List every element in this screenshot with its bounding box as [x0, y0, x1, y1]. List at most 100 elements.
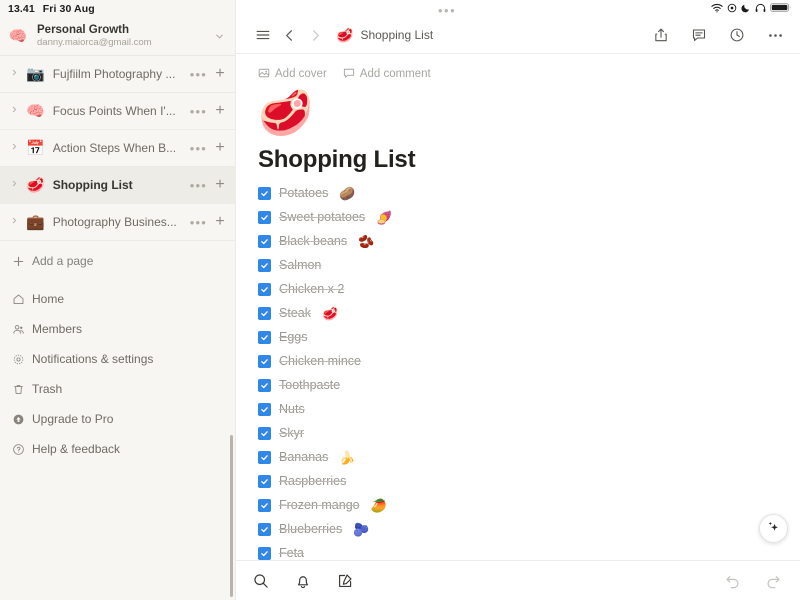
add-subpage-icon[interactable]: +: [213, 103, 227, 119]
sidebar-item-focus-points[interactable]: 🧠 Focus Points When I'... ••• +: [0, 93, 235, 130]
toolbar-actions: [648, 22, 788, 48]
todo-item[interactable]: Steak 🥩: [258, 301, 800, 325]
search-icon[interactable]: [252, 572, 270, 590]
sidebar-item-photography-business[interactable]: 💼 Photography Busines... ••• +: [0, 204, 235, 241]
todo-item[interactable]: Salmon: [258, 253, 800, 277]
bell-icon[interactable]: [294, 572, 312, 590]
breadcrumb[interactable]: 🥩 Shopping List: [336, 28, 648, 42]
plus-icon: [12, 255, 32, 268]
chevron-right-icon[interactable]: [6, 179, 22, 191]
trash-icon: [12, 383, 32, 396]
todo-item[interactable]: Chicken mince: [258, 349, 800, 373]
chevron-right-icon[interactable]: [6, 68, 22, 80]
more-horizontal-icon[interactable]: [762, 22, 788, 48]
checkbox-checked[interactable]: [258, 210, 271, 224]
sidebar-item-label: Focus Points When I'...: [52, 104, 176, 118]
breadcrumb-label: Shopping List: [360, 28, 434, 43]
todo-item[interactable]: Feta: [258, 541, 800, 560]
sidebar-item-action-steps[interactable]: 📅 Action Steps When B... ••• +: [0, 130, 235, 167]
status-time: 13.41: [8, 3, 35, 15]
sidebar-item-label: Fujfiilm Photography ...: [52, 67, 176, 81]
todo-item[interactable]: Nuts: [258, 397, 800, 421]
todo-item[interactable]: Frozen mango 🥭: [258, 493, 800, 517]
checkbox-checked[interactable]: [258, 354, 271, 368]
todo-label: Potatoes: [279, 186, 329, 201]
todo-label: Skyr: [279, 426, 304, 441]
checkbox-checked[interactable]: [258, 546, 271, 560]
todo-item[interactable]: Blueberries 🫐: [258, 517, 800, 541]
chevron-right-icon[interactable]: [6, 216, 22, 228]
checkbox-checked[interactable]: [258, 234, 271, 248]
bottom-toolbar-left: [252, 572, 724, 590]
add-subpage-icon[interactable]: +: [213, 66, 227, 82]
undo-icon[interactable]: [724, 572, 742, 590]
add-cover-button[interactable]: Add cover: [258, 67, 327, 82]
redo-icon[interactable]: [764, 572, 782, 590]
sidebar-item-fujifilm-photography[interactable]: 📷 Fujfiilm Photography ... ••• +: [0, 56, 235, 93]
add-page-button[interactable]: Add a page: [0, 246, 235, 276]
sidebar-item-shopping-list[interactable]: 🥩 Shopping List ••• +: [0, 167, 235, 204]
todo-item[interactable]: Chicken x 2: [258, 277, 800, 301]
checkbox-checked[interactable]: [258, 450, 271, 464]
checkbox-checked[interactable]: [258, 306, 271, 320]
checkbox-checked[interactable]: [258, 378, 271, 392]
checkbox-checked[interactable]: [258, 522, 271, 536]
hamburger-icon[interactable]: [250, 22, 276, 48]
todo-emoji: 🍠: [376, 209, 393, 225]
todo-item[interactable]: Skyr: [258, 421, 800, 445]
more-horizontal-icon[interactable]: •••: [184, 216, 213, 229]
todo-label: Sweet potatoes: [279, 210, 366, 225]
more-horizontal-icon[interactable]: •••: [184, 105, 213, 118]
todo-item[interactable]: Bananas 🍌: [258, 445, 800, 469]
todo-emoji: 🥩: [321, 305, 339, 321]
add-subpage-icon[interactable]: +: [213, 177, 227, 193]
checkbox-checked[interactable]: [258, 258, 271, 272]
sidebar-item-home[interactable]: Home: [0, 284, 235, 314]
checkbox-checked[interactable]: [258, 402, 271, 416]
main-content-area: ••• 🥩 Shopping List Add cover Add commen…: [236, 0, 800, 600]
ai-assistant-button[interactable]: [759, 514, 788, 543]
more-horizontal-icon[interactable]: •••: [184, 142, 213, 155]
more-horizontal-icon[interactable]: •••: [184, 68, 213, 81]
todo-item[interactable]: Eggs: [258, 325, 800, 349]
more-horizontal-icon[interactable]: •••: [184, 179, 213, 192]
sidebar-item-notifications-settings[interactable]: Notifications & settings: [0, 344, 235, 374]
sidebar-scrollbar[interactable]: [230, 435, 233, 597]
sidebar-menu-label: Upgrade to Pro: [32, 412, 114, 426]
add-comment-button[interactable]: Add comment: [343, 67, 431, 82]
sidebar-item-help-feedback[interactable]: Help & feedback: [0, 434, 235, 464]
back-button[interactable]: [276, 22, 302, 48]
workspace-switcher[interactable]: 🧠 Personal Growth danny.maiorca@gmail.co…: [0, 19, 235, 53]
checkbox-checked[interactable]: [258, 474, 271, 488]
sidebar-item-upgrade-to-pro[interactable]: Upgrade to Pro: [0, 404, 235, 434]
chevron-right-icon[interactable]: [6, 105, 22, 117]
compose-icon[interactable]: [336, 572, 354, 590]
chevron-right-icon[interactable]: [6, 142, 22, 154]
add-subpage-icon[interactable]: +: [213, 140, 227, 156]
todo-item[interactable]: Black beans 🫘: [258, 229, 800, 253]
checkbox-checked[interactable]: [258, 498, 271, 512]
clock-icon[interactable]: [724, 22, 750, 48]
sidebar-item-label: Action Steps When B...: [52, 141, 177, 155]
checkbox-checked[interactable]: [258, 330, 271, 344]
todo-item[interactable]: Raspberries: [258, 469, 800, 493]
forward-button[interactable]: [302, 22, 328, 48]
workspace-avatar: 🧠: [8, 27, 28, 45]
checkbox-checked[interactable]: [258, 282, 271, 296]
comment-icon[interactable]: [686, 22, 712, 48]
multitasking-handle[interactable]: •••: [438, 4, 456, 17]
page-icon-emoji[interactable]: 🥩: [258, 91, 800, 136]
page-content: Add cover Add comment 🥩 Shopping List Po…: [236, 54, 800, 560]
checkbox-checked[interactable]: [258, 426, 271, 440]
share-icon[interactable]: [648, 22, 674, 48]
todo-item[interactable]: Potatoes 🥔: [258, 181, 800, 205]
todo-item[interactable]: Toothpaste: [258, 373, 800, 397]
sidebar-item-trash[interactable]: Trash: [0, 374, 235, 404]
add-subpage-icon[interactable]: +: [213, 214, 227, 230]
chevron-down-icon[interactable]: [210, 31, 225, 42]
page-meta-actions: Add cover Add comment: [258, 67, 800, 82]
page-title[interactable]: Shopping List: [258, 146, 800, 174]
sidebar-item-members[interactable]: Members: [0, 314, 235, 344]
checkbox-checked[interactable]: [258, 186, 271, 200]
todo-item[interactable]: Sweet potatoes 🍠: [258, 205, 800, 229]
